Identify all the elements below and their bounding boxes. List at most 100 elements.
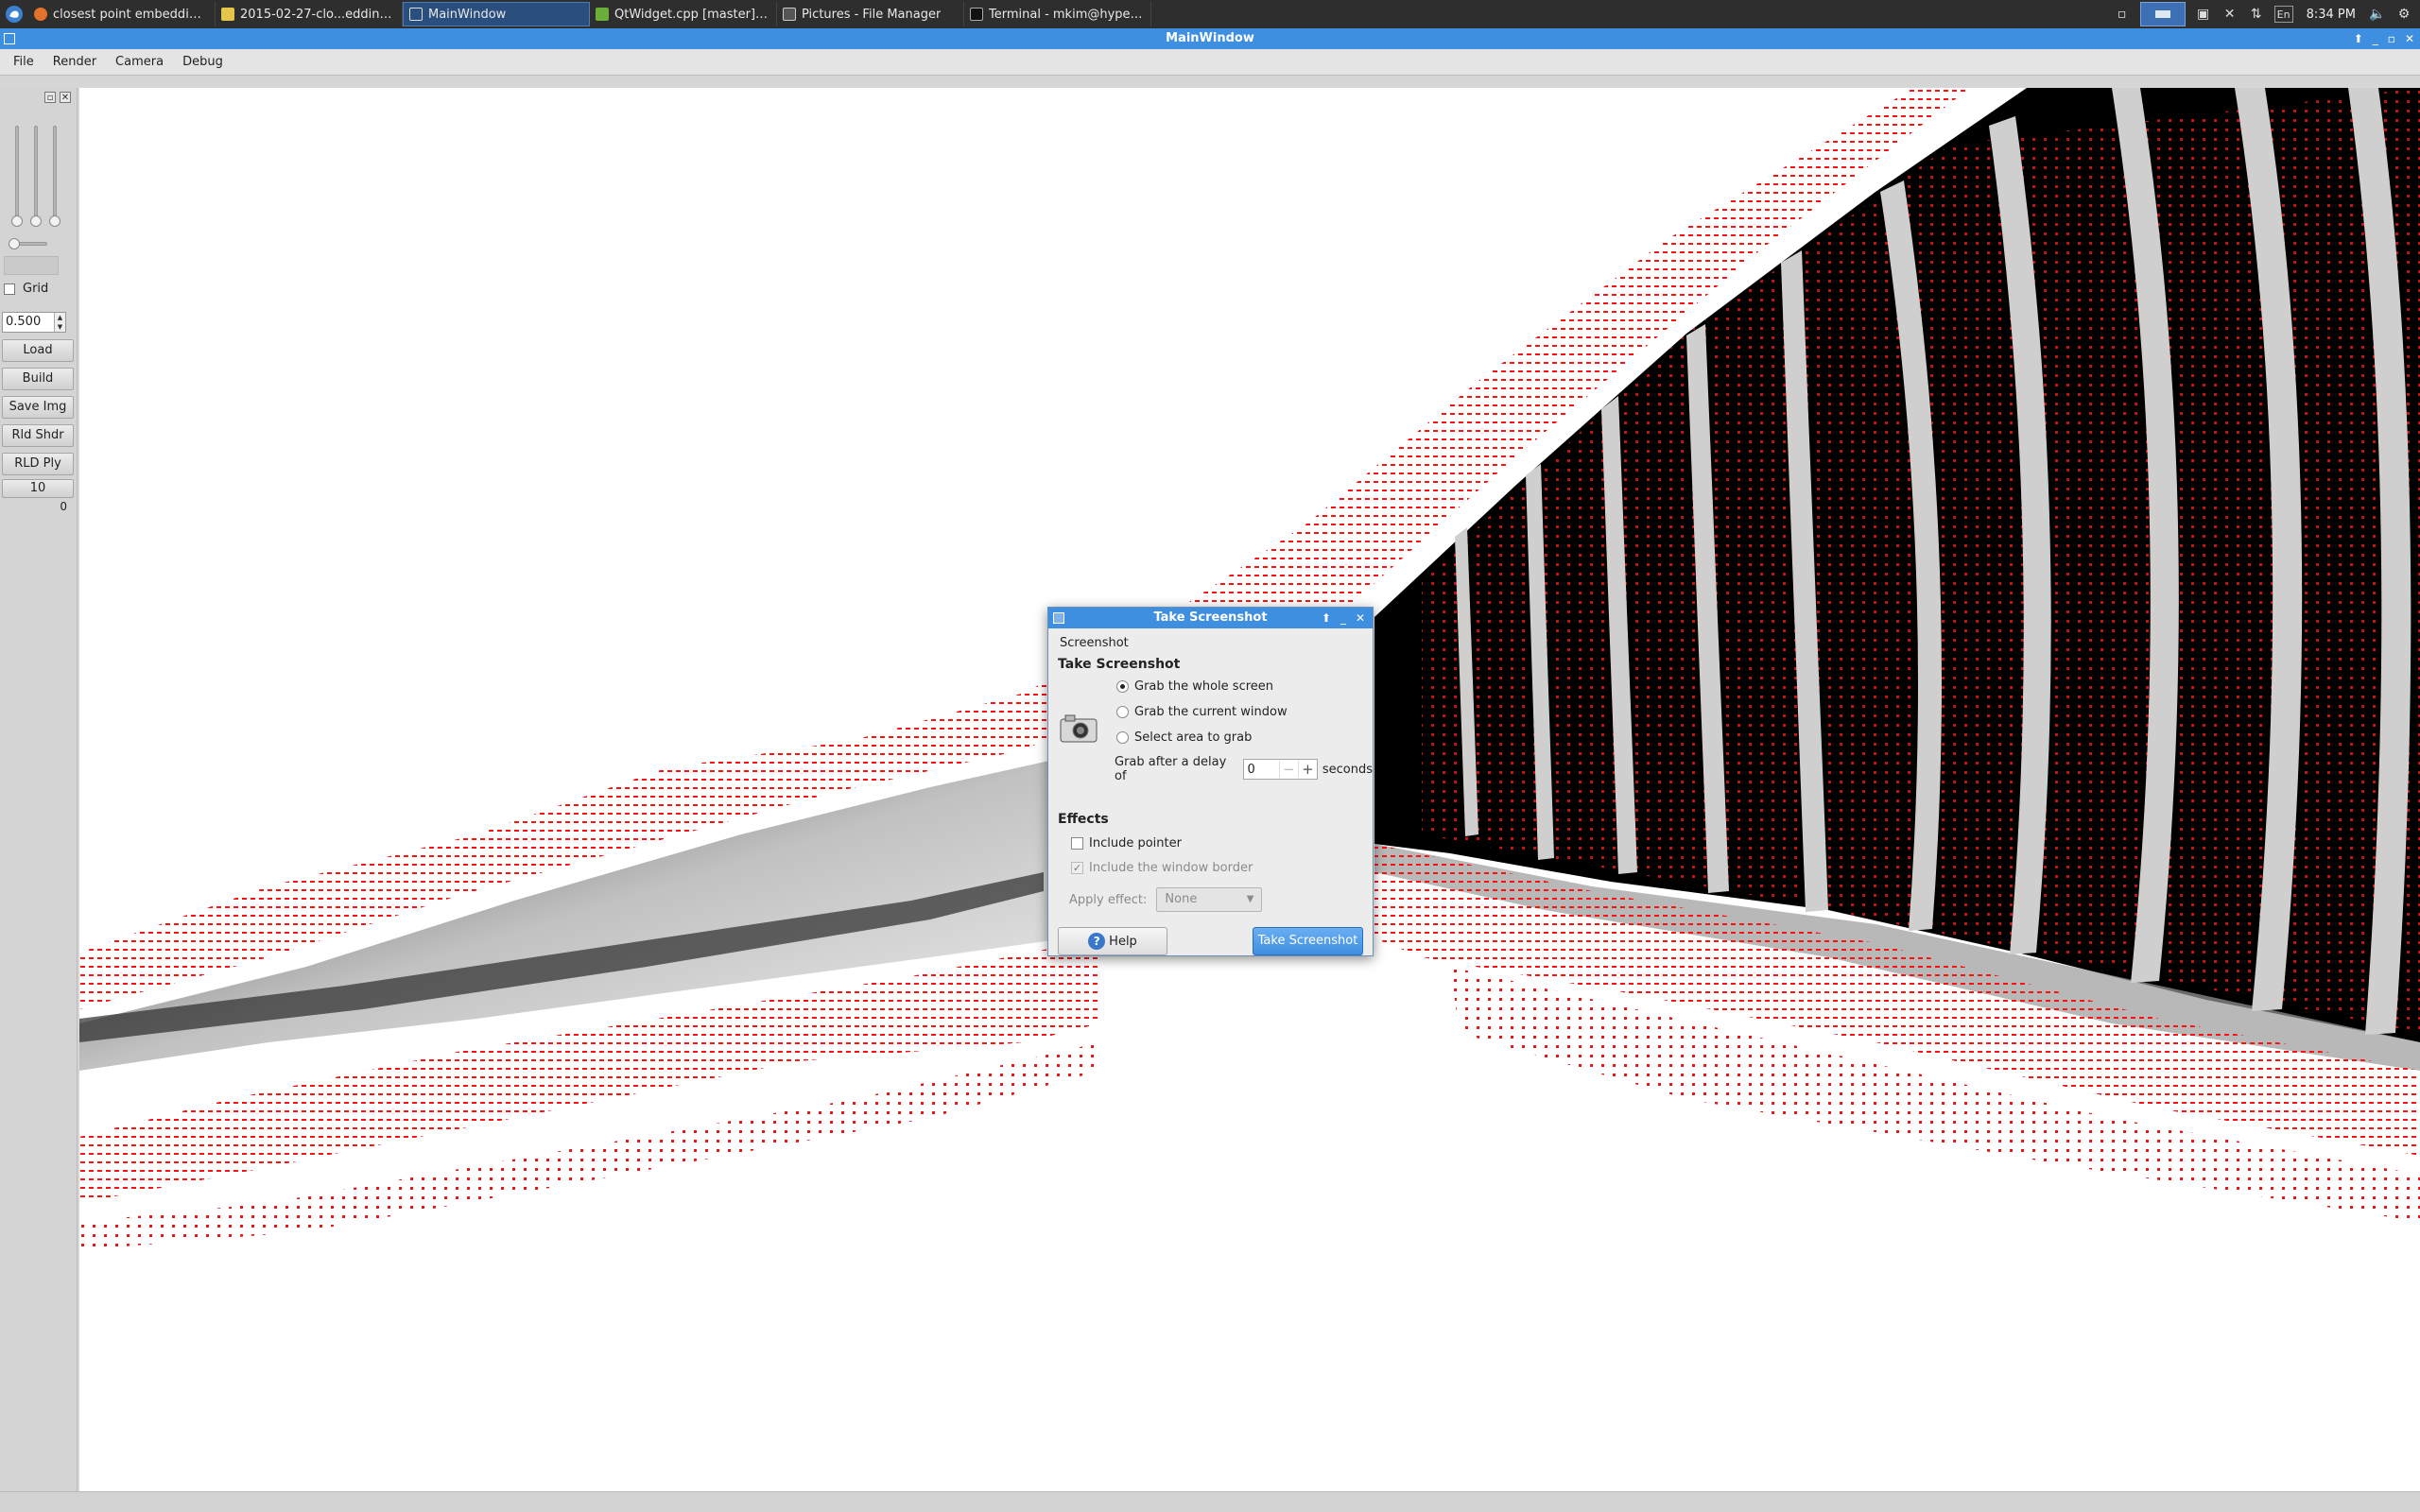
show-desktop-icon[interactable]: ▫ <box>2114 6 2131 23</box>
close-icon[interactable]: ✕ <box>2405 28 2414 49</box>
build-button[interactable]: Build <box>2 368 74 390</box>
vertical-slider-1[interactable] <box>11 126 23 227</box>
help-button[interactable]: ? Help <box>1058 927 1167 955</box>
value-spinbox[interactable]: 0.500 ▲ ▼ <box>2 312 66 333</box>
apply-effect-label: Apply effect: <box>1069 892 1148 907</box>
count-button[interactable]: 10 <box>2 479 74 498</box>
vertical-slider-2[interactable] <box>30 126 42 227</box>
clock[interactable]: 8:34 PM <box>2303 8 2360 22</box>
effects-heading: Effects <box>1058 812 1109 827</box>
task-label: 2015-02-27-clo...edding.m... <box>240 7 396 22</box>
task-label: QtWidget.cpp [master] - C... <box>614 7 770 22</box>
taskbar: closest point embedding p... 2015-02-27-… <box>0 0 2420 28</box>
menu-file[interactable]: File <box>4 55 43 69</box>
counter-label: 0 <box>60 500 67 513</box>
help-label: Help <box>1109 934 1137 949</box>
option-select-area[interactable]: Select area to grab <box>1116 730 1252 745</box>
current-window-label: Grab the current window <box>1134 705 1288 719</box>
menu-render[interactable]: Render <box>43 55 106 69</box>
whole-screen-radio[interactable] <box>1116 680 1129 693</box>
mouse-logo-icon <box>6 6 23 23</box>
control-dock: ▫ ✕ Grid 0.500 ▲ ▼ Load Build Save Img Rl… <box>0 88 78 1491</box>
take-screenshot-button[interactable]: Take Screenshot <box>1253 927 1363 955</box>
include-pointer-checkbox[interactable] <box>1071 837 1083 850</box>
task-code-editor[interactable]: QtWidget.cpp [master] - C... <box>590 2 777 26</box>
transfer-arrows-icon[interactable]: ⇅ <box>2248 6 2265 23</box>
workspace-pager[interactable] <box>2139 2 2186 26</box>
include-border-label: Include the window border <box>1089 861 1253 875</box>
dock-controls: ▫ ✕ <box>44 92 71 103</box>
dialog-close-icon[interactable]: ✕ <box>1356 608 1365 628</box>
apply-effect-row: Apply effect: None ▼ <box>1069 887 1263 912</box>
task-text-editor[interactable]: 2015-02-27-clo...edding.m... <box>216 2 403 26</box>
window-title: MainWindow <box>1166 31 1254 45</box>
include-pointer-option[interactable]: Include pointer <box>1071 836 1182 850</box>
minimize-icon[interactable]: _ <box>2373 28 2378 49</box>
grid-label: Grid <box>23 282 49 296</box>
vertical-slider-3[interactable] <box>49 126 60 227</box>
task-label: closest point embedding p... <box>53 7 209 22</box>
dialog-minimize-icon[interactable]: _ <box>1340 608 1346 628</box>
task-label: MainWindow <box>428 7 507 22</box>
task-firefox[interactable]: closest point embedding p... <box>28 2 216 26</box>
grid-toggle[interactable]: Grid <box>4 282 48 296</box>
delay-spinbox[interactable]: 0 − + <box>1242 759 1318 780</box>
camera-icon <box>1060 714 1098 743</box>
horizontal-slider[interactable] <box>9 238 47 249</box>
terminal-icon <box>970 8 983 21</box>
include-pointer-label: Include pointer <box>1089 836 1182 850</box>
include-border-checkbox: ✓ <box>1071 862 1083 874</box>
select-area-label: Select area to grab <box>1134 730 1253 745</box>
delay-row: Grab after a delay of 0 − + seconds <box>1115 755 1373 783</box>
dock-float-icon[interactable]: ▫ <box>44 92 56 103</box>
dialog-keep-above-icon[interactable]: ⬆ <box>1322 608 1331 628</box>
dialog-body: Screenshot Take Screenshot Grab the whol… <box>1048 628 1373 955</box>
decrement-icon[interactable]: − <box>1278 761 1298 778</box>
reload-shader-button[interactable]: Rld Shdr <box>2 424 74 447</box>
start-menu-button[interactable] <box>0 0 28 28</box>
volume-icon[interactable]: 🔈 <box>2369 6 2386 23</box>
task-label: Pictures - File Manager <box>802 7 942 22</box>
option-whole-screen[interactable]: Grab the whole screen <box>1116 679 1273 694</box>
apply-effect-value: None <box>1165 892 1198 906</box>
save-img-button[interactable]: Save Img <box>2 396 74 419</box>
current-window-radio[interactable] <box>1116 706 1129 718</box>
delay-value: 0 <box>1247 762 1255 777</box>
code-editor-icon <box>596 8 609 21</box>
dialog-menu-icon[interactable] <box>1053 612 1064 624</box>
keep-above-icon[interactable]: ⬆ <box>2354 28 2363 49</box>
task-mainwindow[interactable]: MainWindow <box>403 2 590 26</box>
menu-bar: File Render Camera Debug <box>0 49 2420 76</box>
dock-close-icon[interactable]: ✕ <box>60 92 71 103</box>
select-area-radio[interactable] <box>1116 731 1129 744</box>
maximize-icon[interactable]: ▫ <box>2388 28 2395 49</box>
menu-camera[interactable]: Camera <box>106 55 173 69</box>
dialog-tab-label: Screenshot <box>1060 636 1129 650</box>
increment-icon[interactable]: + <box>1297 761 1317 778</box>
window-menu-icon[interactable] <box>4 33 15 44</box>
task-file-manager[interactable]: Pictures - File Manager <box>777 2 964 26</box>
grid-checkbox[interactable] <box>4 283 15 295</box>
include-border-option: ✓ Include the window border <box>1071 861 1253 875</box>
spinbox-arrows-icon[interactable]: ▲ ▼ <box>54 313 65 332</box>
task-terminal[interactable]: Terminal - mkim@hyper: ~... <box>964 2 1151 26</box>
help-icon: ? <box>1088 933 1106 950</box>
window-titlebar[interactable]: MainWindow ⬆ _ ▫ ✕ <box>0 28 2420 49</box>
keyboard-layout-indicator[interactable]: En <box>2273 6 2293 23</box>
chevron-down-icon: ▼ <box>1246 894 1254 904</box>
load-button[interactable]: Load <box>2 339 74 362</box>
disabled-input <box>4 256 59 275</box>
network-disabled-icon[interactable]: ✕ <box>2221 6 2238 23</box>
take-screenshot-dialog: Take Screenshot ⬆ _ ✕ Screenshot Take Sc… <box>1047 607 1374 956</box>
delay-suffix-label: seconds <box>1322 762 1373 777</box>
settings-gear-icon[interactable]: ⚙ <box>2395 6 2412 23</box>
dialog-controls: ⬆ _ ✕ <box>1322 608 1365 628</box>
reload-ply-button[interactable]: RLD Ply <box>2 453 74 475</box>
folder-icon <box>783 8 796 21</box>
dialog-titlebar[interactable]: Take Screenshot ⬆ _ ✕ <box>1048 608 1373 628</box>
option-current-window[interactable]: Grab the current window <box>1116 705 1288 719</box>
take-screenshot-heading: Take Screenshot <box>1058 657 1181 672</box>
display-icon[interactable]: ▣ <box>2195 6 2212 23</box>
menu-debug[interactable]: Debug <box>173 55 233 69</box>
text-editor-icon <box>221 8 234 21</box>
